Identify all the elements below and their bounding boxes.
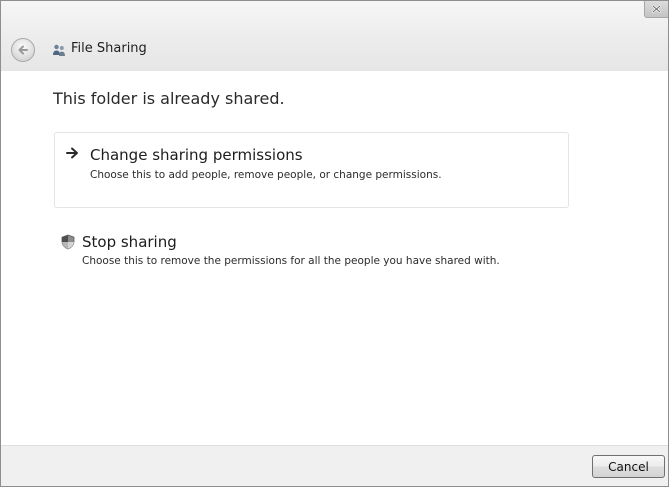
- cancel-button[interactable]: Cancel: [592, 455, 665, 478]
- people-icon: [53, 44, 65, 56]
- window-title: File Sharing: [71, 41, 147, 56]
- back-button[interactable]: [11, 38, 35, 62]
- option-description: Choose this to remove the permissions fo…: [82, 255, 500, 267]
- page-heading: This folder is already shared.: [53, 89, 285, 108]
- back-arrow-icon: [18, 45, 28, 55]
- arrow-right-icon: [66, 147, 78, 159]
- file-sharing-window: File Sharing This folder is already shar…: [0, 0, 669, 487]
- option-title: Change sharing permissions: [90, 146, 303, 164]
- shield-icon: [61, 234, 75, 250]
- footer-bar: Cancel: [1, 445, 668, 486]
- close-icon: [651, 4, 662, 14]
- change-sharing-permissions-option[interactable]: Change sharing permissions Choose this t…: [54, 132, 569, 208]
- option-title: Stop sharing: [82, 233, 177, 251]
- title-bar: File Sharing: [1, 1, 668, 71]
- close-button[interactable]: [644, 1, 668, 18]
- option-description: Choose this to add people, remove people…: [90, 169, 442, 181]
- stop-sharing-option[interactable]: Stop sharing Choose this to remove the p…: [54, 227, 569, 277]
